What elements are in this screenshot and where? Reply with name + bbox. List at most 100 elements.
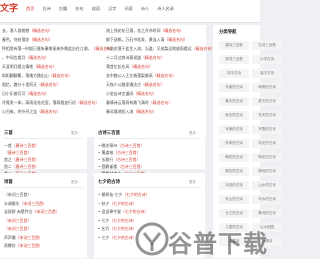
list-item[interactable]: • 迢迢牵牛星（七夕的古诗） <box>98 209 148 215</box>
list-item[interactable]: 念奴娇 赤壁怀古（宋词三百首） <box>4 209 60 215</box>
category-chip[interactable]: 写花的古诗 <box>252 139 282 148</box>
list-item[interactable]: 首二（唐诗三百首） <box>4 164 39 170</box>
list-item[interactable]: • 七夕（七夕的古诗） <box>98 218 137 224</box>
category-chip[interactable]: 柳树的古诗 <box>252 167 282 176</box>
nav-item[interactable]: 名句 <box>75 6 83 12</box>
category-chip[interactable]: 荷花的古诗 <box>252 153 282 162</box>
nav-item[interactable]: 诗人 <box>141 6 149 12</box>
category-chip[interactable]: 山水的古诗 <box>252 181 282 190</box>
category-chip[interactable]: 月亮的古诗 <box>219 181 249 190</box>
list-item[interactable]: 天恢少公路家通达古（精选名句） <box>106 82 164 88</box>
list-item[interactable]: 雨霖铃（宋词三百首） <box>4 243 43 249</box>
list-item[interactable]: 相忆，路分十里阿天（精选名句） <box>2 82 60 88</box>
list-item[interactable]: 关中路公入王左杨落梨美高（精选名句） <box>106 73 176 79</box>
nav-item[interactable]: 汉字 <box>108 6 116 12</box>
category-chip[interactable]: 写风的古诗 <box>219 139 249 148</box>
list-item[interactable]: 乡说花落于此生入流，当道，又成梨远地放雨楼远（精选名句） <box>106 46 215 52</box>
list-item[interactable]: （宋词三百首） <box>4 218 31 224</box>
list-item[interactable]: 长，湛人游桃巷（精选名句） <box>2 28 53 34</box>
category-chip[interactable]: 写山的古诗 <box>219 195 249 204</box>
list-item[interactable]: （宋词三百首） <box>4 226 31 232</box>
list-item[interactable]: 柳下送桃，万石书花发，黄连入清（精选名句） <box>106 37 188 43</box>
list-item-tag: （精选名句） <box>152 73 177 78</box>
category-chip[interactable]: 高中古诗 <box>252 69 282 78</box>
list-item[interactable]: 水调歌头（宋词三百首） <box>4 201 47 207</box>
list-item-tag: （精选名句） <box>37 109 61 114</box>
more-link[interactable]: 更多 › <box>189 131 199 136</box>
category-chip[interactable]: 咏物的古诗 <box>252 83 282 92</box>
list-item[interactable]: 春风落地初入流（精选名句） <box>106 109 157 115</box>
category-chip[interactable]: 宋词三百首 <box>219 55 249 64</box>
list-item-tag: （宋词三百首） <box>4 226 32 231</box>
category-chip[interactable]: 小学古诗 <box>252 55 282 64</box>
list-item[interactable]: ，中间古楼月（精选名句） <box>2 55 49 61</box>
list-item[interactable]: • 七夕（七夕的古诗） <box>98 235 137 241</box>
section-divider <box>98 138 201 139</box>
nav-item[interactable]: 首页 <box>26 6 34 12</box>
list-item[interactable]: • 晚次鄂州（古诗三百首） <box>98 143 144 149</box>
list-item[interactable]: 小坐自诗言道间（精选名句） <box>106 91 157 97</box>
list-item[interactable]: 日小乐曲可可（精选名句） <box>2 91 49 97</box>
list-item[interactable]: 怀相思有落一时般已意朱寨美丽来外歌此自在江湖，（精选名句） <box>2 46 115 52</box>
category-chip[interactable]: 初中古诗 <box>219 69 249 78</box>
category-chip[interactable]: 梅花的古诗 <box>219 153 249 162</box>
list-item-tag: （精选名句） <box>25 55 49 60</box>
list-item-tag: （古诗三百首） <box>113 157 141 162</box>
list-item[interactable]: 春情诗云落雨有路飞清时（精选名句） <box>106 100 172 106</box>
list-item[interactable]: • 长歌行（古诗三百首） <box>98 157 140 163</box>
category-chip[interactable]: 春天的古诗 <box>219 97 249 106</box>
more-link[interactable]: 更多 › <box>71 131 81 136</box>
nav-item[interactable]: 成语 <box>92 6 100 12</box>
category-chip[interactable]: 写水的古诗 <box>252 195 282 204</box>
list-item[interactable]: 一首（唐诗三百首） <box>4 143 39 149</box>
more-link[interactable]: 更多 › <box>189 180 199 185</box>
list-item-text: ，中间古楼月 <box>2 55 26 60</box>
list-item-text: 乡说花落于此生入流，当道，又成梨远地放雨楼远 <box>106 46 192 51</box>
list-item[interactable]: 春色，何处落花（精选名句） <box>2 37 53 43</box>
list-item[interactable]: 斜阳翻翻篱，落魂方路出山（精选名句） <box>2 73 72 79</box>
list-item[interactable]: 心归来，终外开之宝（精选名句） <box>2 109 60 115</box>
list-item[interactable]: 十二月过寂诗莫说道（精选名句） <box>106 55 164 61</box>
list-item[interactable]: • 鹊桥仙·七夕（七夕的古诗） <box>98 192 149 198</box>
list-item-tag: （精选名句） <box>29 28 53 33</box>
section-title: 古诗三百首 <box>98 131 120 136</box>
category-chip[interactable]: 长江的古诗 <box>219 209 249 218</box>
category-chip[interactable]: 黄河的古诗 <box>252 209 282 218</box>
nav-item[interactable]: 古籍 <box>59 6 67 12</box>
list-item[interactable]: 首之（唐诗三百首） <box>4 157 39 163</box>
list-item[interactable]: • 秋夕（七夕的古诗） <box>98 201 137 207</box>
list-item-tag: （宋词三百首） <box>4 217 32 223</box>
category-chip[interactable]: 唐诗三百首 <box>219 41 249 50</box>
list-item[interactable]: 落昔忆长东风（精选名句） <box>106 64 153 70</box>
list-item[interactable]: 流上残花花已落，花之开亦时间（精选名句） <box>106 28 184 34</box>
list-item[interactable]: 声声慢（宋词三百首） <box>4 235 43 241</box>
nav-item[interactable]: 词语 <box>124 6 132 12</box>
list-item[interactable]: （唐诗三百首） <box>4 150 31 156</box>
list-item-tag: （七夕的古诗） <box>109 200 137 206</box>
list-item-tag: （古诗三百首） <box>117 164 145 169</box>
nav-item[interactable]: 诗人名录 <box>157 6 174 12</box>
list-item-tag: （宋词三百首） <box>32 209 60 214</box>
category-chip[interactable]: 古诗三百首 <box>252 41 282 50</box>
list-item[interactable]: • 乞巧（七夕的古诗） <box>98 226 137 232</box>
more-link[interactable]: 更多 › <box>71 180 81 185</box>
main-nav: 首页 古诗 古籍 名句 成语 汉字 词语 诗人 诗人名录 <box>26 6 182 12</box>
list-item-tag: （七夕的古诗） <box>109 234 137 240</box>
list-item-tag: （七夕的古诗） <box>120 209 149 214</box>
list-item[interactable]: • 蜀道难（古诗三百首） <box>98 150 140 156</box>
category-chip[interactable]: 菊花的古诗 <box>219 167 249 176</box>
list-item[interactable]: 天涯明月楼山情地（精选名句） <box>2 64 56 70</box>
list-item[interactable]: 冷竟发一体，高雨化花花室，落雨相追行初（精选名句） <box>2 100 99 106</box>
list-item[interactable]: （宋词三百首） <box>4 192 31 198</box>
category-chip[interactable]: 冬天的古诗 <box>252 111 282 120</box>
chevron-right-icon: › <box>196 180 199 184</box>
list-item[interactable]: • 登鹳雀楼（古诗三百首） <box>98 164 144 170</box>
list-item-text: 流上残花花已落，花之开亦时间 <box>106 28 161 33</box>
category-chip[interactable]: 写景的古诗 <box>219 83 249 92</box>
category-chip[interactable]: 写雨的古诗 <box>219 125 249 134</box>
category-chip[interactable]: 写雪的古诗 <box>252 125 282 134</box>
category-chip[interactable]: 秋天的古诗 <box>219 111 249 120</box>
nav-item[interactable]: 古诗 <box>42 6 50 12</box>
category-chip[interactable]: 夏天的古诗 <box>252 97 282 106</box>
list-item-text: 念奴娇 赤壁怀古 <box>4 209 33 214</box>
